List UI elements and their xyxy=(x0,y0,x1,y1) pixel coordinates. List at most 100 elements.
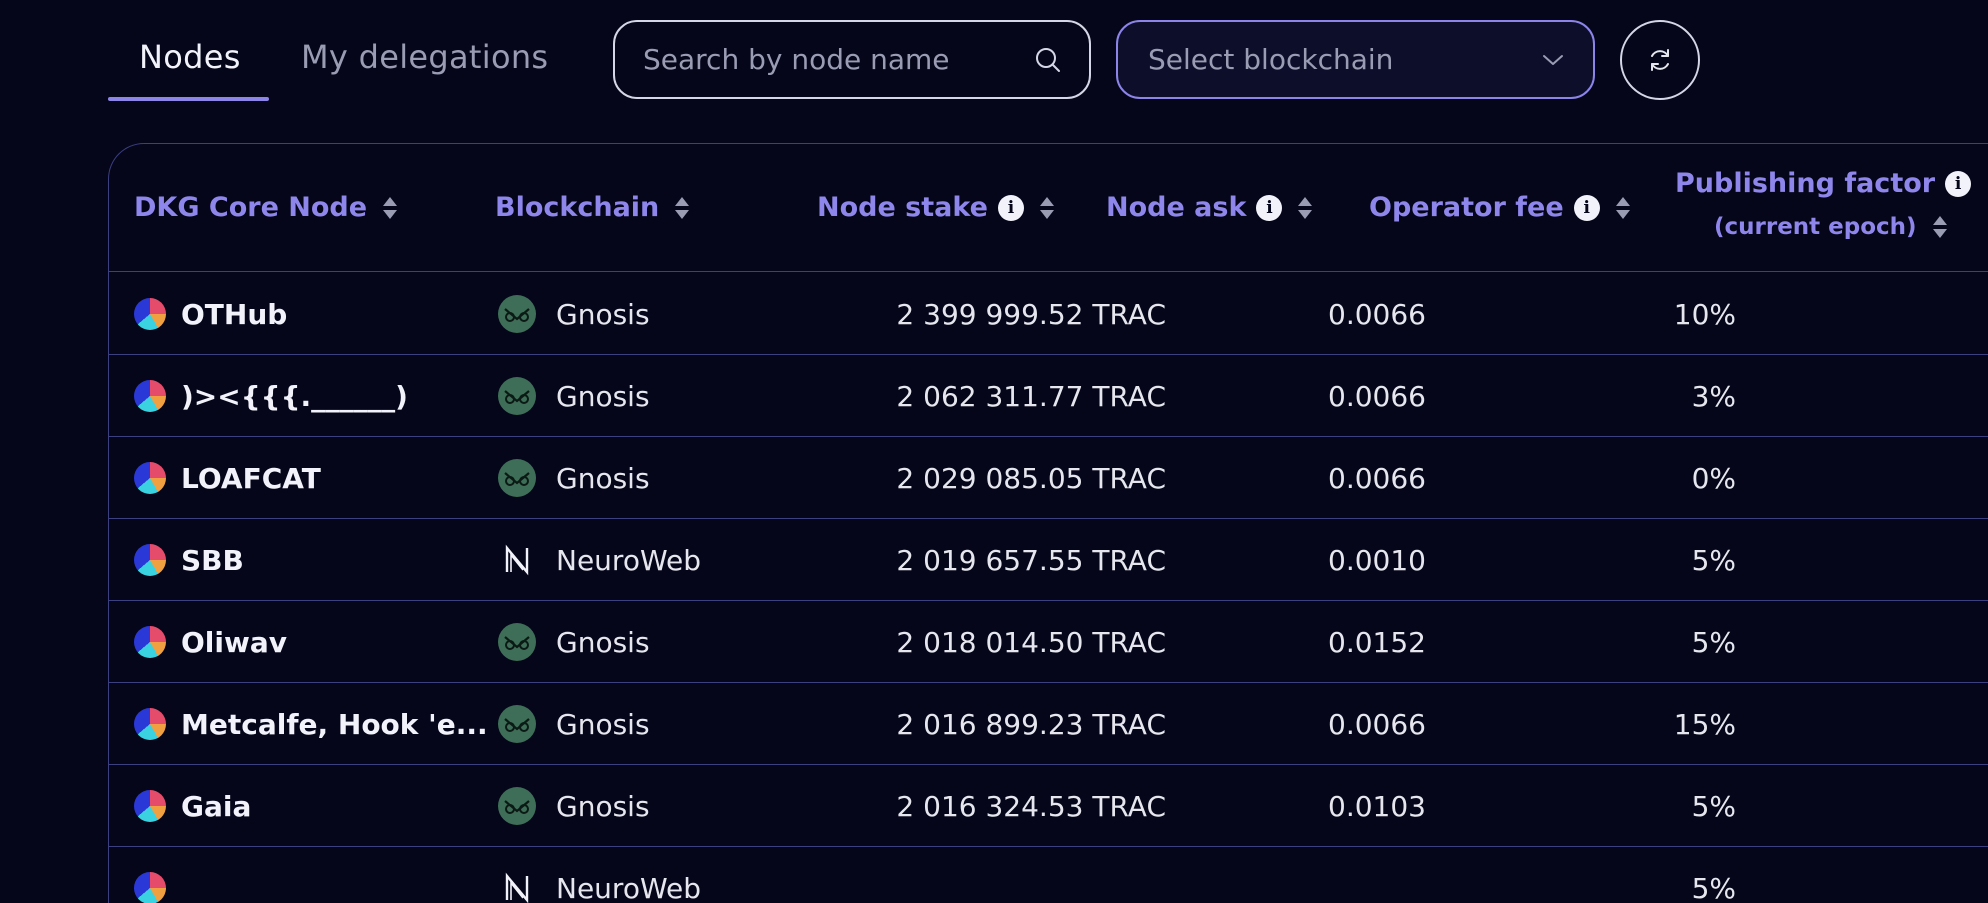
search-box[interactable] xyxy=(613,20,1091,99)
operator-fee: 0% xyxy=(1469,437,1736,519)
node-stake: 2 062 311.77 TRAC xyxy=(749,355,1166,437)
blockchain-name: NeuroWeb xyxy=(556,544,701,577)
node-name[interactable]: Gaia xyxy=(181,790,251,823)
info-icon[interactable]: i xyxy=(1256,195,1282,221)
node-name[interactable]: LOAFCAT xyxy=(181,462,321,495)
node-name[interactable]: Oliwav xyxy=(181,626,287,659)
operator-fee: 10% xyxy=(1469,273,1736,355)
blockchain-cell: Gnosis xyxy=(498,355,738,437)
node-stake xyxy=(749,847,1166,903)
tab-nodes[interactable]: Nodes xyxy=(139,38,241,76)
operator-fee: 5% xyxy=(1469,601,1736,683)
table-row[interactable]: GaiaGnosis2 016 324.53 TRAC0.01035%0 xyxy=(109,765,1988,847)
publishing-factor: 0 xyxy=(1769,601,1988,683)
info-icon[interactable]: i xyxy=(1574,195,1600,221)
col-header-ask-label: Node ask xyxy=(1106,192,1246,223)
col-header-ask[interactable]: Node ask i xyxy=(1106,192,1314,223)
node-cell[interactable]: Metcalfe, Hook 'e... xyxy=(134,683,464,765)
table-row[interactable]: LOAFCATGnosis2 029 085.05 TRAC0.00660%0 xyxy=(109,437,1988,519)
node-stake: 2 018 014.50 TRAC xyxy=(749,601,1166,683)
node-stake: 2 019 657.55 TRAC xyxy=(749,519,1166,601)
table-header: DKG Core Node Blockchain Node stake i No… xyxy=(109,144,1988,272)
node-name[interactable]: OTHub xyxy=(181,298,287,331)
table-row[interactable]: NeuroWeb 5% 0 xyxy=(109,847,1988,903)
node-cell[interactable]: Oliwav xyxy=(134,601,464,683)
refresh-icon xyxy=(1647,47,1673,73)
blockchain-cell: Gnosis xyxy=(498,273,738,355)
sort-icon[interactable] xyxy=(673,195,691,221)
node-ask: 0.0103 xyxy=(1189,765,1426,847)
col-header-blockchain[interactable]: Blockchain xyxy=(495,192,691,223)
blockchain-name: Gnosis xyxy=(556,298,650,331)
node-stake: 2 016 324.53 TRAC xyxy=(749,765,1166,847)
operator-fee: 15% xyxy=(1469,683,1736,765)
avatar xyxy=(134,298,166,330)
node-stake: 2 399 999.52 TRAC xyxy=(749,273,1166,355)
sort-icon[interactable] xyxy=(1931,214,1949,240)
node-cell[interactable]: Gaia xyxy=(134,765,464,847)
col-header-fee[interactable]: Operator fee i xyxy=(1369,192,1632,223)
blockchain-select[interactable]: Select blockchain xyxy=(1116,20,1595,99)
chevron-down-icon xyxy=(1541,52,1565,68)
publishing-factor: 0 xyxy=(1769,765,1988,847)
col-header-node[interactable]: DKG Core Node xyxy=(134,192,399,223)
search-input[interactable] xyxy=(643,43,1033,76)
col-header-publishing-sub-label: (current epoch) xyxy=(1714,214,1917,240)
info-icon[interactable]: i xyxy=(998,195,1024,221)
col-header-fee-label: Operator fee xyxy=(1369,192,1564,223)
gnosis-icon xyxy=(498,623,536,661)
node-cell[interactable] xyxy=(134,847,464,903)
sort-icon[interactable] xyxy=(1038,195,1056,221)
blockchain-cell: Gnosis xyxy=(498,765,738,847)
col-header-stake-label: Node stake xyxy=(817,192,988,223)
avatar xyxy=(134,790,166,822)
node-cell[interactable]: LOAFCAT xyxy=(134,437,464,519)
node-name[interactable]: SBB xyxy=(181,544,244,577)
node-cell[interactable]: )><{{{.______) xyxy=(134,355,464,437)
node-ask: 0.0152 xyxy=(1189,601,1426,683)
gnosis-icon xyxy=(498,705,536,743)
node-ask: 0.0066 xyxy=(1189,273,1426,355)
blockchain-name: Gnosis xyxy=(556,626,650,659)
node-ask: 0.0066 xyxy=(1189,683,1426,765)
col-header-publishing-sub[interactable]: (current epoch) xyxy=(1714,214,1949,240)
table-row[interactable]: Metcalfe, Hook 'e...Gnosis2 016 899.23 T… xyxy=(109,683,1988,765)
avatar xyxy=(134,380,166,412)
node-cell[interactable]: OTHub xyxy=(134,273,464,355)
neuroweb-icon xyxy=(498,869,536,903)
table-row[interactable]: )><{{{.______) Gnosis 2 062 311.77 TRAC 0.0… xyxy=(109,355,1988,437)
col-header-publishing[interactable]: Publishing factor i xyxy=(1675,168,1971,199)
col-header-publishing-label: Publishing factor xyxy=(1675,168,1935,199)
publishing-factor: 0 xyxy=(1769,355,1988,437)
info-icon[interactable]: i xyxy=(1945,171,1971,197)
search-icon[interactable] xyxy=(1033,45,1063,75)
node-stake: 2 016 899.23 TRAC xyxy=(749,683,1166,765)
node-ask: 0.0066 xyxy=(1189,355,1426,437)
table-row[interactable]: SBBNeuroWeb2 019 657.55 TRAC0.00105%0 xyxy=(109,519,1988,601)
operator-fee: 5% xyxy=(1469,519,1736,601)
gnosis-icon xyxy=(498,377,536,415)
node-stake: 2 029 085.05 TRAC xyxy=(749,437,1166,519)
node-cell[interactable]: SBB xyxy=(134,519,464,601)
blockchain-name: NeuroWeb xyxy=(556,872,701,903)
sort-icon[interactable] xyxy=(1296,195,1314,221)
node-name[interactable]: Metcalfe, Hook 'e... xyxy=(181,708,488,741)
col-header-stake[interactable]: Node stake i xyxy=(817,192,1056,223)
sort-icon[interactable] xyxy=(381,195,399,221)
blockchain-cell: Gnosis xyxy=(498,437,738,519)
operator-fee: 5% xyxy=(1469,847,1736,903)
table-row[interactable]: Oliwav Gnosis 2 018 014.50 TRAC 0.0152 5% 0 xyxy=(109,601,1988,683)
publishing-factor: 0 xyxy=(1769,273,1988,355)
col-header-blockchain-label: Blockchain xyxy=(495,192,659,223)
blockchain-name: Gnosis xyxy=(556,380,650,413)
avatar xyxy=(134,462,166,494)
publishing-factor: 0 xyxy=(1769,847,1988,903)
blockchain-cell: Gnosis xyxy=(498,601,738,683)
tab-my-delegations[interactable]: My delegations xyxy=(301,38,548,76)
sort-icon[interactable] xyxy=(1614,195,1632,221)
refresh-button[interactable] xyxy=(1620,20,1700,100)
node-name[interactable]: )><{{{.______) xyxy=(181,380,408,413)
avatar xyxy=(134,626,166,658)
gnosis-icon xyxy=(498,787,536,825)
table-row[interactable]: OTHub Gnosis 2 399 999.52 TRAC 0.0066 10% 0 xyxy=(109,273,1988,355)
